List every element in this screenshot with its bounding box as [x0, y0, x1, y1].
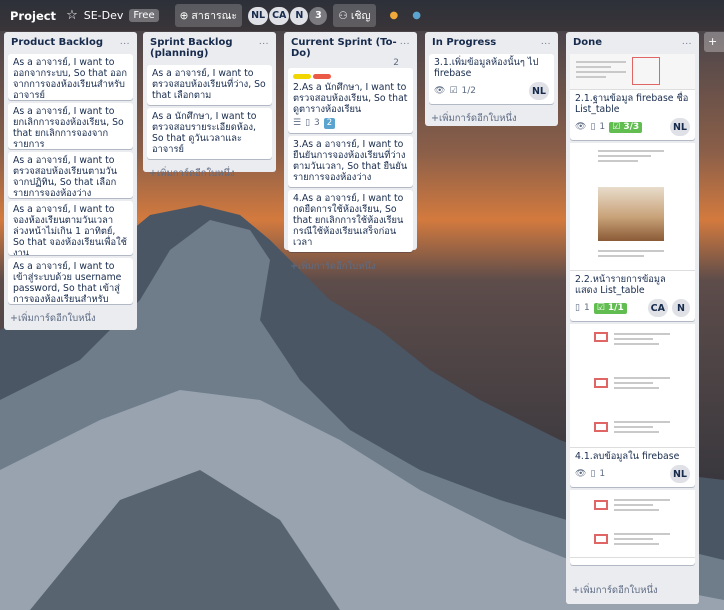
card-badges: ☰ ▯ 3 2 — [293, 118, 408, 129]
list-in-progress: In Progress ... 3.1.เพิ่มข้อมูลห้องนั้นๆ… — [425, 32, 558, 126]
card-cover-image — [570, 54, 695, 90]
label-red — [313, 74, 331, 79]
attachment-count: 1 — [599, 121, 606, 132]
card[interactable]: 4.As a อาจารย์, I want to กดยืดการใช้ห้อ… — [288, 190, 413, 252]
card[interactable]: As a อาจารย์, I want to จองห้องเรียนตามว… — [8, 201, 133, 255]
plan-badge: Free — [129, 9, 159, 22]
card[interactable]: 3.As a อาจารย์, I want to ยืนยันการจองห้… — [288, 136, 413, 187]
card-badges: 👁 ▯ 1 NL — [575, 465, 690, 483]
list-sprint-backlog: Sprint Backlog (planning) ... As a อาจาร… — [143, 32, 276, 179]
power-up-icon[interactable]: ● — [412, 10, 421, 21]
card-member-avatar[interactable]: NL — [528, 82, 549, 100]
card-member-avatar[interactable]: N — [672, 299, 690, 317]
card-badges: ▯ 1 ☑ 1/1 CA N — [575, 299, 690, 317]
list-menu-icon[interactable]: ... — [541, 37, 551, 48]
label-yellow — [293, 74, 311, 79]
butler-icon[interactable]: ● — [390, 10, 399, 21]
card[interactable]: As a อาจารย์, I want to ตรวจสอบห้องเรียน… — [8, 152, 133, 199]
list-current-sprint: Current Sprint (To-Do) ... 2 2.As a นักศ… — [284, 32, 417, 272]
add-card-button[interactable]: +เพิ่มการ์ดอีกใบหนึ่ง — [4, 307, 137, 332]
visibility-button[interactable]: ⊕ สาธารณะ — [174, 4, 243, 27]
card-text: 2.As a นักศึกษา, I want to ตรวจสอบห้องเร… — [293, 82, 408, 115]
card[interactable]: As a นักศึกษา, I want to ตรวจสอบรายระเอี… — [147, 108, 272, 159]
add-icon: + — [708, 35, 718, 48]
checklist-complete-badge: ☑ 3/3 — [609, 121, 643, 133]
checklist-count: 3/3 — [623, 121, 640, 132]
board-header: Project ☆ SE-Dev Free ⊕ สาธารณะ NL CA N … — [0, 0, 724, 31]
list-title[interactable]: Product Backlog — [11, 37, 103, 48]
list-product-backlog: Product Backlog ... As a อาจารย์, I want… — [4, 32, 137, 330]
attachment-icon: ▯ — [575, 302, 580, 313]
card-cover-image — [570, 490, 695, 558]
checklist-count: 1/2 — [461, 85, 476, 96]
card[interactable]: 3.1.เพิ่มข้อมูลห้องนั้นๆ ไป firebase 👁 ☑… — [429, 54, 554, 104]
watch-icon: 👁 — [434, 85, 446, 96]
star-icon[interactable]: ☆ — [66, 8, 78, 23]
card-cover-image — [570, 324, 695, 448]
card-text: 4.1.ลบข้อมูลใน firebase — [575, 451, 680, 462]
card[interactable]: As a อาจารย์, I want to ออกจากระบบ, So t… — [8, 54, 133, 101]
member-avatar[interactable]: NL — [248, 6, 269, 25]
card-text: 2.1.ฐานข้อมูล firebase ชื่อ List_table — [575, 93, 689, 115]
card-member-avatar[interactable]: NL — [669, 465, 690, 483]
globe-icon: ⊕ — [179, 9, 189, 22]
add-card-button[interactable]: +เพิ่มการ์ดอีกใบหนึ่ง — [143, 162, 276, 187]
project-button[interactable]: Project — [6, 9, 60, 23]
list-menu-icon[interactable]: ... — [682, 37, 692, 48]
card-member-avatar[interactable]: CA — [647, 299, 668, 317]
card-cover-image — [570, 143, 695, 271]
card-text: 3.1.เพิ่มข้อมูลห้องนั้นๆ ไป firebase — [434, 57, 539, 79]
attachment-count: 1 — [583, 302, 590, 313]
board-name[interactable]: SE-Dev — [84, 9, 124, 22]
visibility-label: สาธารณะ — [191, 10, 238, 22]
member-count[interactable]: 3 — [309, 6, 328, 25]
checklist-complete-badge: ☑ 1/1 — [593, 302, 627, 314]
card[interactable]: As a อาจารย์, I want to ตรวจสอบห้องเรียน… — [147, 65, 272, 105]
attachment-icon: ▯ — [590, 468, 596, 479]
add-list-button[interactable]: + — [704, 32, 724, 52]
card-labels — [293, 71, 408, 82]
attachment-count: 3 — [314, 118, 320, 128]
member-avatar[interactable]: CA — [269, 6, 290, 25]
watch-icon: 👁 — [575, 121, 587, 132]
card-badges: 👁 ☑ 1/2 NL — [434, 82, 549, 100]
card-text: 2.2.หน้ารายการข้อมูล แสดง List_table — [575, 274, 666, 296]
attachment-count: 1 — [599, 468, 606, 479]
card-badges: 👁 ▯ 1 ☑ 3/3 NL — [575, 118, 690, 136]
card-member-avatar[interactable]: NL — [669, 118, 690, 136]
card[interactable]: As a อาจารย์, I want to ยกเลิกการจองห้อง… — [8, 103, 133, 150]
attachment-icon: ▯ — [590, 121, 596, 132]
card[interactable] — [570, 490, 695, 565]
list-menu-icon[interactable]: ... — [259, 37, 269, 59]
attachment-icon: ▯ — [305, 118, 311, 128]
card[interactable]: 2.As a นักศึกษา, I want to ตรวจสอบห้องเร… — [288, 68, 413, 133]
card[interactable]: 2.1.ฐานข้อมูล firebase ชื่อ List_table 👁… — [570, 54, 695, 140]
invite-button[interactable]: ⚇ เชิญ — [333, 4, 376, 27]
list-title[interactable]: Done — [573, 37, 602, 48]
list-title[interactable]: In Progress — [432, 37, 496, 48]
card[interactable]: 2.2.หน้ารายการข้อมูล แสดง List_table ▯ 1… — [570, 143, 695, 321]
list-menu-icon[interactable]: ... — [120, 37, 130, 48]
list-title[interactable]: Current Sprint (To-Do) — [291, 37, 400, 59]
add-card-button[interactable]: +เพิ่มการ์ดอีกใบหนึ่ง — [284, 255, 417, 280]
add-card-button[interactable]: +เพิ่มการ์ดอีกใบหนึ่ง — [566, 579, 699, 604]
card[interactable]: As a อาจารย์, I want to เข้าสู่ระบบด้วย … — [8, 258, 133, 304]
card[interactable]: 4.1.ลบข้อมูลใน firebase 👁 ▯ 1 NL — [570, 324, 695, 487]
list-card-count: 2 — [393, 58, 399, 68]
add-card-button[interactable]: +เพิ่มการ์ดอีกใบหนึ่ง — [425, 107, 558, 132]
checklist-icon: ☑ — [449, 85, 458, 96]
checklist-count: 1/1 — [607, 302, 624, 313]
description-icon: ☰ — [293, 118, 302, 128]
card-badge: 2 — [323, 118, 336, 129]
member-avatar[interactable]: N — [290, 6, 309, 25]
invite-label: เชิญ — [350, 10, 371, 22]
list-done: Done ... 2.1.ฐานข้อมูล firebase ชื่อ Lis… — [566, 32, 699, 604]
list-title[interactable]: Sprint Backlog (planning) — [150, 37, 255, 59]
list-menu-icon[interactable]: ... — [400, 37, 410, 59]
watch-icon: 👁 — [575, 468, 587, 479]
person-add-icon: ⚇ — [338, 9, 348, 22]
